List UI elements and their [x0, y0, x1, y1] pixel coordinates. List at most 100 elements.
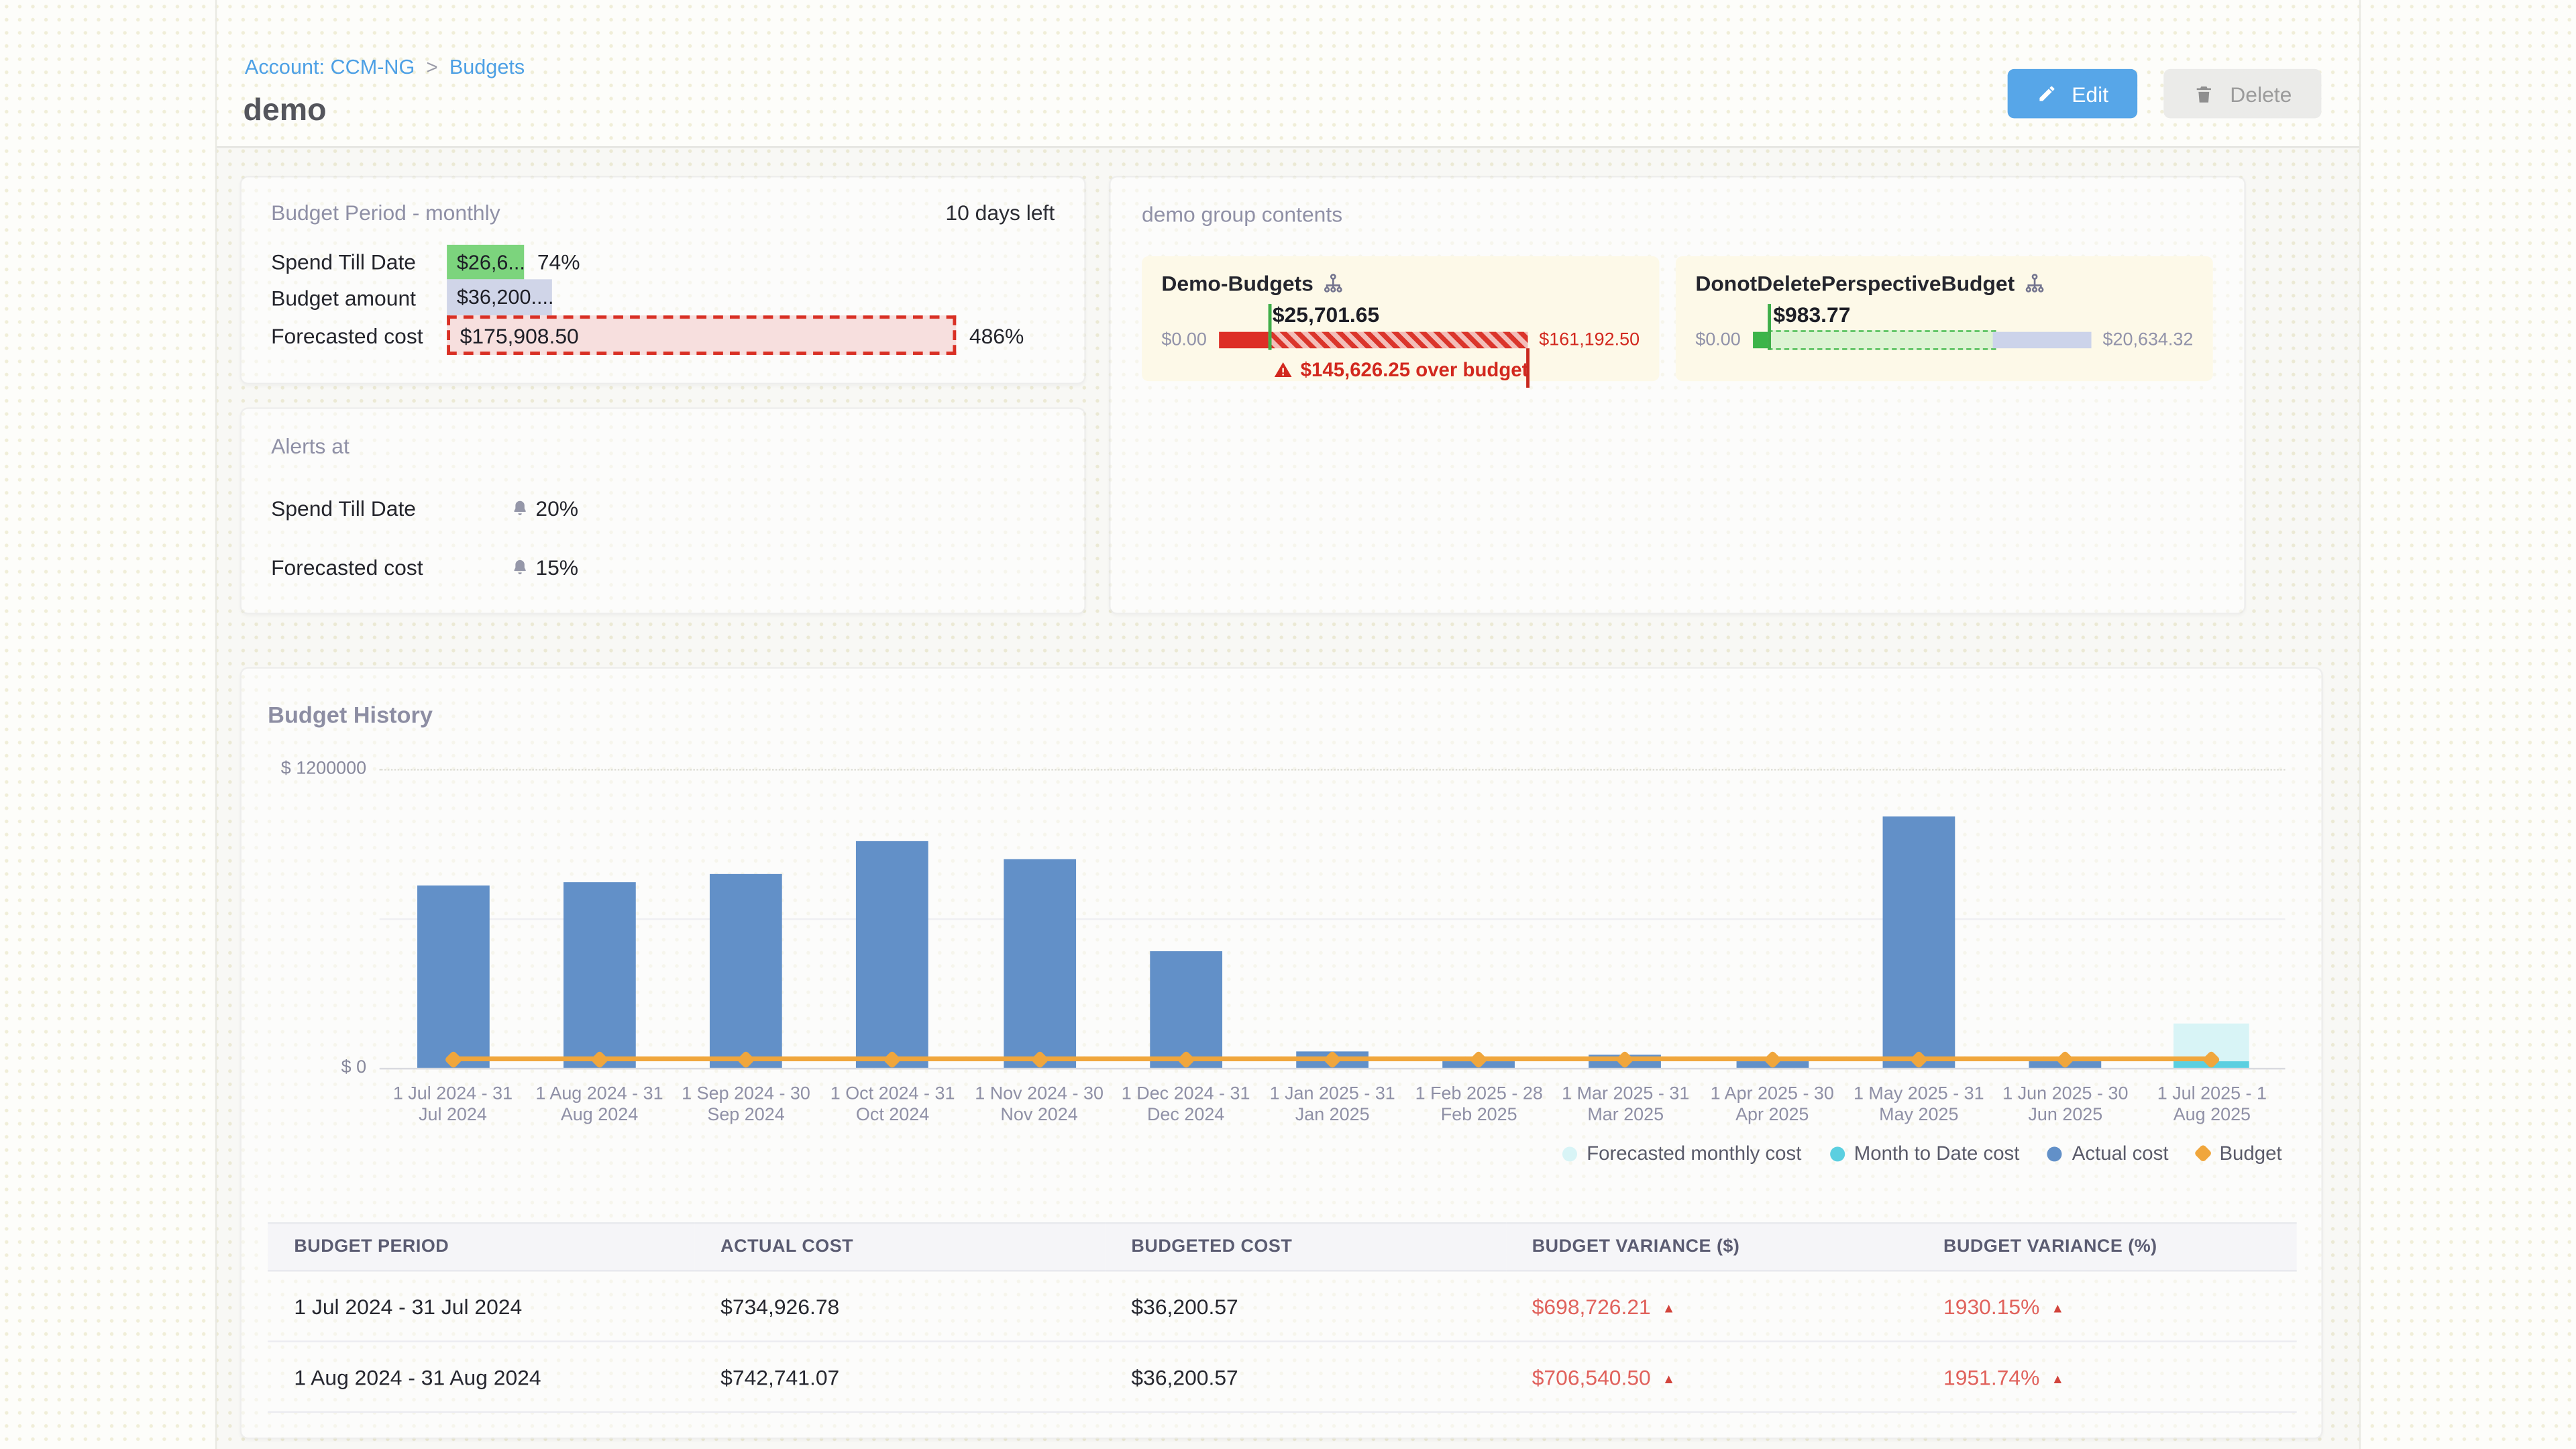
variance-value: $698,726.21: [1532, 1294, 1651, 1319]
hierarchy-icon: [2025, 273, 2046, 294]
spend-value-label: $983.77: [1773, 303, 1850, 327]
chart-x-label: 1 May 2025 - 31 May 2025: [1845, 1084, 1992, 1127]
legend-item[interactable]: Month to Date cost: [1829, 1142, 2019, 1165]
chart-x-label: 1 Feb 2025 - 28 Feb 2025: [1405, 1084, 1552, 1127]
main-panel: Budget Period - monthly 10 days left Spe…: [217, 146, 2359, 1449]
alert-row-value: 15%: [511, 555, 578, 580]
budget-period-rows: Spend Till Date$26,6...74%Budget amount$…: [271, 245, 1055, 355]
legend-series-dot-icon: [1562, 1146, 1576, 1161]
budget-history-title: Budget History: [268, 702, 433, 728]
actual-cost-bar[interactable]: [1150, 951, 1222, 1068]
budget-green-bar: $26,6...: [447, 245, 524, 279]
spend-marker: [1268, 304, 1271, 350]
cell-budget-variance-pct: 1930.15%▲: [1917, 1271, 2297, 1341]
legend-series-dot-icon: [2047, 1146, 2062, 1161]
table-header-cell: BUDGET PERIOD: [268, 1223, 694, 1271]
chart-x-label: 1 Jan 2025 - 31 Jan 2025: [1259, 1084, 1406, 1127]
group-budget-bar: $25,701.65: [1218, 332, 1527, 348]
variance-up-icon: ▲: [1662, 1371, 1675, 1386]
bar-min-label: $0.00: [1695, 330, 1740, 350]
alert-row: Forecasted cost15%: [271, 555, 1055, 580]
alert-row: Spend Till Date20%: [271, 496, 1055, 521]
breadcrumb-separator: >: [427, 56, 438, 78]
over-budget-alert: $145,626.25 over budget: [1161, 358, 1640, 381]
group-contents-card: demo group contents Demo-Budgets $0.00 $25…: [1109, 176, 2246, 614]
chart-x-label: 1 Mar 2025 - 31 Mar 2025: [1552, 1084, 1699, 1127]
breadcrumb-budgets-link[interactable]: Budgets: [449, 56, 525, 78]
budget-period-row-label: Spend Till Date: [271, 250, 447, 274]
page-title: demo: [243, 94, 326, 130]
cell-budget-period: 1 Aug 2024 - 31 Aug 2024: [268, 1342, 694, 1412]
chart-x-label: 1 Jul 2024 - 31 Jul 2024: [380, 1084, 527, 1127]
legend-item[interactable]: Forecasted monthly cost: [1562, 1142, 1801, 1165]
budget-period-row: Spend Till Date$26,6... 74%: [271, 245, 1055, 279]
group-budget-card[interactable]: Demo-Budgets$0.00$25,701.65$161,192.50$1…: [1142, 256, 1659, 381]
chart-x-label: 1 Nov 2024 - 30 Nov 2024: [966, 1084, 1113, 1127]
table-header-row: BUDGET PERIODACTUAL COSTBUDGETED COSTBUD…: [268, 1223, 2296, 1271]
actual-cost-bar[interactable]: [1003, 860, 1075, 1068]
alert-row-label: Spend Till Date: [271, 496, 511, 521]
actual-cost-bar[interactable]: [857, 841, 929, 1068]
cell-budgeted-cost: $36,200.57: [1105, 1271, 1505, 1341]
group-budget-bar-row: $0.00$25,701.65$161,192.50: [1161, 330, 1640, 350]
edit-button[interactable]: Edit: [2008, 69, 2138, 118]
over-budget-alert-text: $145,626.25 over budget: [1301, 358, 1529, 381]
table-header-cell: BUDGETED COST: [1105, 1223, 1505, 1271]
group-budget-name: Demo-Budgets: [1161, 271, 1640, 296]
chart-x-label: 1 Apr 2025 - 30 Apr 2025: [1699, 1084, 1846, 1127]
y-axis-tick-label: $ 0: [341, 1058, 366, 1077]
pencil-icon: [2037, 84, 2057, 103]
hierarchy-icon: [1324, 273, 1345, 294]
group-card-title: demo group contents: [1142, 202, 1342, 227]
spend-segment: [1752, 332, 1768, 348]
chart-x-label: 1 Sep 2024 - 30 Sep 2024: [673, 1084, 820, 1127]
spend-value-label: $25,701.65: [1273, 303, 1379, 327]
table-body: 1 Jul 2024 - 31 Jul 2024$734,926.78$36,2…: [268, 1271, 2296, 1412]
legend-item[interactable]: Actual cost: [2047, 1142, 2168, 1165]
variance-up-icon: ▲: [1662, 1300, 1675, 1315]
table-header-cell: BUDGET VARIANCE ($): [1506, 1223, 1917, 1271]
actual-cost-bar[interactable]: [564, 883, 636, 1068]
bell-icon: [511, 499, 529, 517]
edit-button-label: Edit: [2072, 81, 2108, 106]
group-budget-bar: $983.77: [1752, 332, 2091, 348]
table-header-cell: ACTUAL COST: [694, 1223, 1105, 1271]
alert-percent: 15%: [535, 555, 578, 580]
legend-item[interactable]: Budget: [2196, 1142, 2282, 1165]
gridline: [380, 1068, 2286, 1069]
group-budget-name-label: Demo-Budgets: [1161, 271, 1313, 296]
cell-budget-variance-usd: $698,726.21 ▲: [1506, 1271, 1917, 1341]
cell-budget-period: 1 Jul 2024 - 31 Jul 2024: [268, 1271, 694, 1341]
breadcrumb-account-link[interactable]: Account: CCM-NG: [245, 56, 415, 78]
group-budget-card[interactable]: DonotDeletePerspectiveBudget $0.00 $983.77…: [1676, 256, 2213, 381]
header-actions: Edit Delete: [2008, 69, 2322, 118]
chart-legend: Forecasted monthly cost Month to Date cos…: [1562, 1142, 2282, 1165]
bar-min-label: $0.00: [1161, 330, 1206, 350]
budget-period-row-label: Forecasted cost: [271, 323, 447, 347]
gridline: [380, 769, 2286, 770]
variance-up-icon: ▲: [2051, 1300, 2064, 1315]
y-axis-tick-label: $ 1200000: [281, 759, 366, 778]
alerts-card-title: Alerts at: [271, 434, 350, 459]
budget-period-row-percent: 74%: [537, 250, 580, 274]
budget-history-table: BUDGET PERIODACTUAL COSTBUDGETED COSTBUD…: [268, 1222, 2296, 1413]
budget-period-row: Forecasted cost$175,908.50486%: [271, 315, 1055, 355]
budget-period-card-title: Budget Period - monthly: [271, 201, 500, 225]
cell-budgeted-cost: $36,200.57: [1105, 1342, 1505, 1412]
breadcrumb: Account: CCM-NG > Budgets: [245, 56, 525, 78]
legend-item-label: Budget: [2219, 1142, 2282, 1165]
delete-button[interactable]: Delete: [2164, 69, 2321, 118]
group-budget-name-label: DonotDeletePerspectiveBudget: [1695, 271, 2015, 296]
table-row: 1 Jul 2024 - 31 Jul 2024$734,926.78$36,2…: [268, 1271, 2296, 1341]
variance-up-icon: ▲: [2051, 1371, 2064, 1386]
chart-x-label: 1 Dec 2024 - 31 Dec 2024: [1112, 1084, 1259, 1127]
actual-cost-bar[interactable]: [417, 885, 489, 1068]
legend-budget-marker-icon: [2194, 1144, 2212, 1163]
alert-rows: Spend Till Date20% Forecasted cost15%: [271, 496, 1055, 580]
actual-cost-bar[interactable]: [1882, 816, 1955, 1067]
days-left-label: 10 days left: [945, 201, 1055, 225]
actual-cost-bar[interactable]: [710, 873, 782, 1068]
cell-actual-cost: $742,741.07: [694, 1342, 1105, 1412]
budget-lav-bar: $36,200....: [447, 279, 552, 315]
trash-icon: [2194, 83, 2215, 105]
